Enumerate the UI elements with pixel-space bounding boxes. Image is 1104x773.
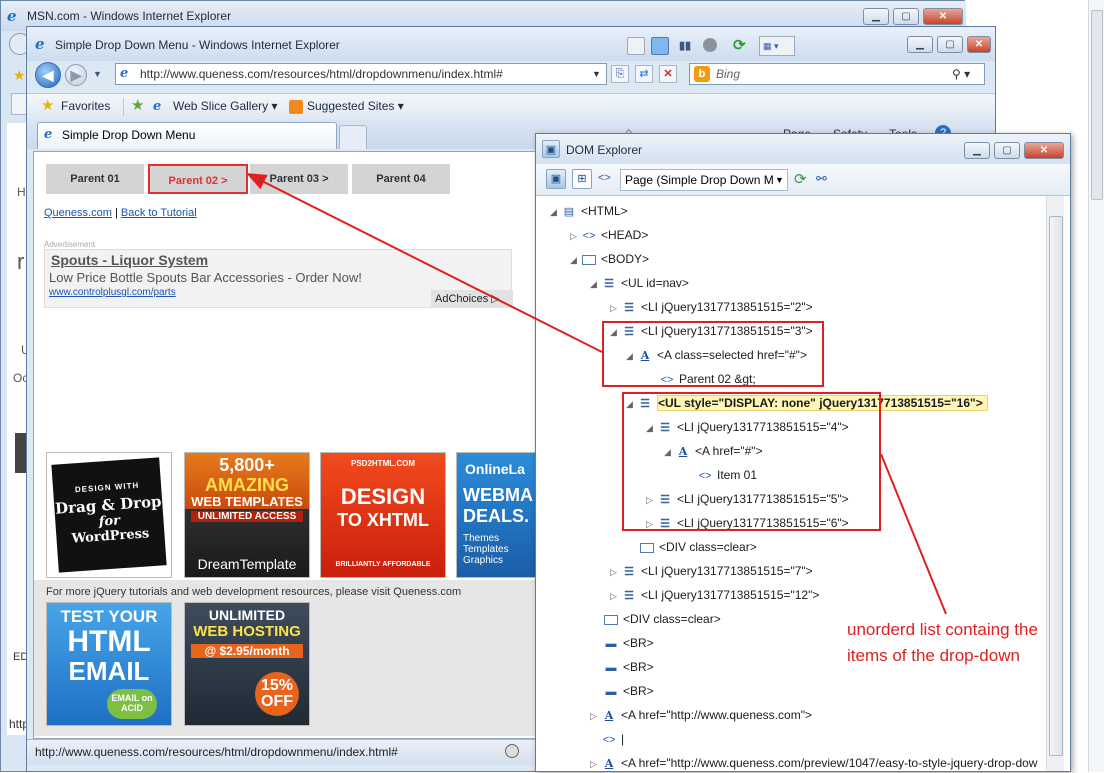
annotation-note: unorderd list containg the items of the …: [847, 620, 1038, 665]
arrow-to-parent02: [246, 173, 603, 353]
arrow-to-dropdown-ul: [880, 453, 947, 615]
